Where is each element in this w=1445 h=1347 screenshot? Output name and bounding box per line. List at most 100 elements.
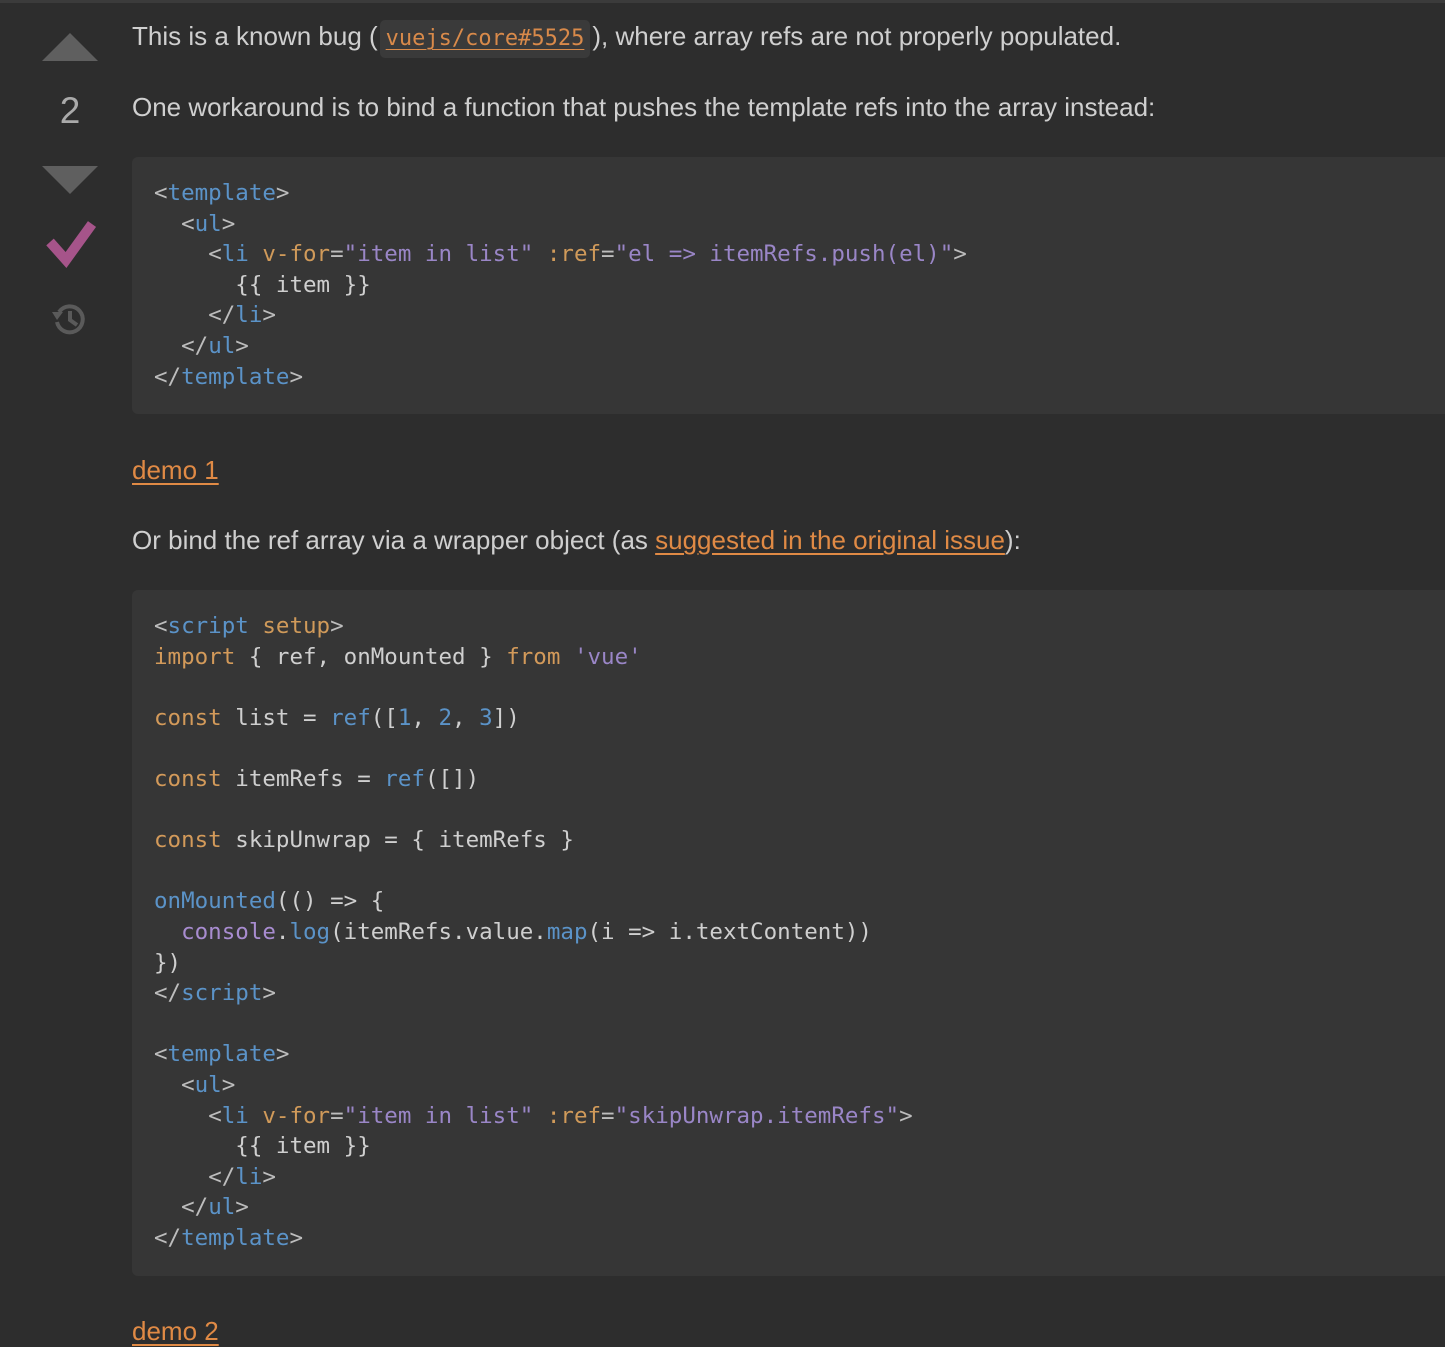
code-token: const [154,704,222,731]
answer-paragraph-bug: This is a known bug (vuejs/core#5525), w… [132,18,1121,58]
code-line: import { ref, onMounted } from 'vue' [154,642,1423,673]
code-line: </ul> [154,1192,1423,1223]
upvote-button[interactable] [42,33,98,61]
code-line: </template> [154,1223,1423,1254]
code-token: :ref [546,241,602,268]
code-token: < [154,180,168,206]
vote-column: 2 [0,0,132,1347]
demo-2-link[interactable]: demo 2 [132,1316,219,1346]
demo-2-paragraph: demo 2 [132,1313,219,1347]
code-token: </ [154,363,182,390]
code-token: ref [330,704,371,731]
code-token: </ [154,980,182,1007]
code-line: }) [154,948,1423,979]
demo-1-link[interactable]: demo 1 [132,455,219,485]
code-token: map [546,918,588,945]
original-issue-link[interactable]: suggested in the original issue [655,525,1005,555]
code-line: </template> [154,362,1423,393]
code-token: onMounted [154,888,276,915]
code-token: 1 [397,704,412,731]
code-token: > [235,1194,249,1221]
code-line: <script setup> [154,611,1423,642]
code-token: < [208,241,222,268]
code-token: template [167,1041,276,1068]
code-token: script [167,613,249,639]
code-token: = [330,241,344,268]
code-token: const [154,765,222,792]
code-line: </ul> [154,331,1423,362]
code-token: script [181,980,263,1007]
code-token: import [154,643,236,670]
code-token: "item in list" [343,1102,534,1129]
code-token: > [899,1102,913,1129]
code-token: 2 [438,704,453,731]
code-token: template [167,180,276,206]
code-token: > [289,363,304,390]
code-token: li [221,241,249,268]
code-token: ref [384,765,425,792]
code-token: . [275,918,290,945]
code-token: li [221,1102,249,1129]
code-token: < [154,613,168,639]
code-token: setup [262,613,331,639]
code-token: (i => i.textContent)) [587,918,872,945]
code-token: < [181,1071,195,1098]
code-token: > [289,1224,304,1251]
code-token: li [235,302,263,329]
code-line: <li v-for="item in list" :ref="skipUnwra… [154,1101,1423,1132]
code-token: "el => itemRefs.push(el)" [614,241,954,268]
code-token: v-for [262,241,331,268]
code-token: template [181,363,290,390]
code-token: (() => { [275,888,385,915]
code-token: 'vue' [573,643,642,670]
downvote-button[interactable] [42,166,98,194]
code-token: {{ item }} [154,1133,371,1160]
code-token: template [181,1224,290,1251]
code-line: const list = ref([1, 2, 3]) [154,703,1423,734]
code-token: ul [194,210,222,237]
code-token: { ref, onMounted } [235,643,507,670]
code-token: > [330,613,344,639]
code-line: {{ item }} [154,270,1423,301]
code-token: }) [154,949,182,976]
answer-paragraph-wrapper: Or bind the ref array via a wrapper obje… [132,522,1021,558]
code-token: > [262,302,276,329]
code-token: > [262,980,276,1007]
code-token: skipUnwrap = { itemRefs } [221,827,574,854]
code-token: (itemRefs.value. [330,918,547,945]
code-token: ul [208,332,236,359]
code-token: < [208,1102,222,1129]
code-token: :ref [546,1102,602,1129]
code-token: > [221,210,236,237]
issue-link[interactable]: vuejs/core#5525 [386,26,585,51]
code-token: list = [221,704,331,731]
code-line: <li v-for="item in list" :ref="el => ite… [154,239,1423,270]
code-line: <ul> [154,209,1423,240]
code-token: ul [194,1071,222,1098]
code-token: </ [208,302,236,329]
code-token: const [154,827,222,854]
code-line: <template> [154,1039,1423,1070]
code-line: const skipUnwrap = { itemRefs } [154,825,1423,856]
code-token: = [330,1102,344,1129]
code-token: ([]) [424,765,480,792]
code-token: log [289,918,331,945]
code-line: </li> [154,300,1423,331]
code-block-script-setup: <script setup> import { ref, onMounted } … [132,590,1445,1276]
code-token: ul [208,1194,236,1221]
history-icon[interactable] [50,300,88,338]
